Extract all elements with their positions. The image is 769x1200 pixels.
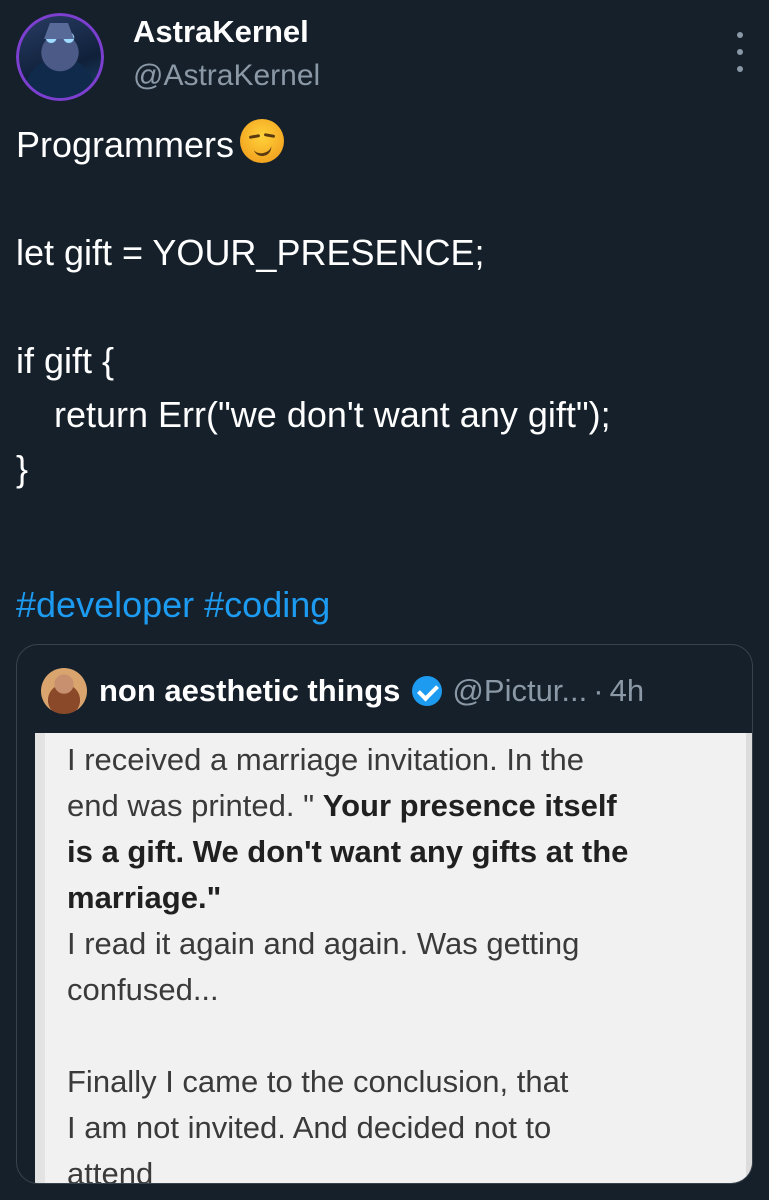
image-text-line: marriage." bbox=[67, 880, 222, 915]
tweet-header: AstraKernel @AstraKernel bbox=[14, 10, 755, 101]
image-text-gap bbox=[67, 1013, 746, 1059]
quoted-tweet-card[interactable]: non aesthetic things @Pictur... · 4h I r… bbox=[16, 644, 753, 1184]
tweet-line bbox=[16, 280, 756, 334]
verified-badge-icon bbox=[412, 676, 443, 706]
separator-dot: · bbox=[593, 673, 604, 708]
smirk-emoji-icon bbox=[240, 119, 285, 163]
tweet-line: let gift = YOUR_PRESENCE; bbox=[16, 232, 485, 273]
author-avatar[interactable] bbox=[16, 13, 104, 101]
image-text-line: Finally I came to the conclusion, that bbox=[67, 1064, 569, 1099]
tweet-line: Programmers bbox=[16, 118, 756, 172]
tweet-line bbox=[16, 172, 756, 226]
hashtag-developer[interactable]: #developer bbox=[16, 584, 194, 625]
quoted-timestamp[interactable]: 4h bbox=[610, 673, 644, 709]
author-name[interactable]: AstraKernel bbox=[133, 14, 309, 50]
more-icon[interactable] bbox=[735, 32, 745, 72]
tweet-line: } bbox=[16, 448, 29, 489]
image-text-line: I am not invited. And decided not to bbox=[67, 1110, 552, 1145]
image-text-line: is a gift. We don't want any gifts at th… bbox=[67, 834, 629, 869]
image-text-line: attend bbox=[67, 1156, 154, 1184]
quoted-author-handle[interactable]: @Pictur... bbox=[452, 673, 587, 709]
quoted-author-avatar[interactable] bbox=[41, 668, 87, 714]
image-text-line: I received a marriage invitation. In the bbox=[67, 742, 584, 777]
tweet-line: if gift { bbox=[16, 340, 115, 381]
hashtag-coding[interactable]: #coding bbox=[204, 584, 330, 625]
image-text-line: end was printed. " Your presence itself bbox=[67, 788, 617, 823]
image-text-line: I read it again and again. Was getting bbox=[67, 926, 580, 961]
author-handle[interactable]: @AstraKernel bbox=[133, 58, 320, 94]
tweet-text: Programmers let gift = YOUR_PRESENCE; if… bbox=[16, 118, 756, 496]
quoted-author-name[interactable]: non aesthetic things bbox=[99, 673, 400, 709]
quoted-tweet-image[interactable]: I received a marriage invitation. In the… bbox=[35, 733, 752, 1184]
hashtags: #developer #coding bbox=[16, 578, 330, 632]
quoted-tweet-header: non aesthetic things @Pictur... · 4h bbox=[41, 667, 644, 715]
tweet-line: return Err("we don't want any gift"); bbox=[54, 394, 611, 435]
image-text-line: confused... bbox=[67, 972, 219, 1007]
